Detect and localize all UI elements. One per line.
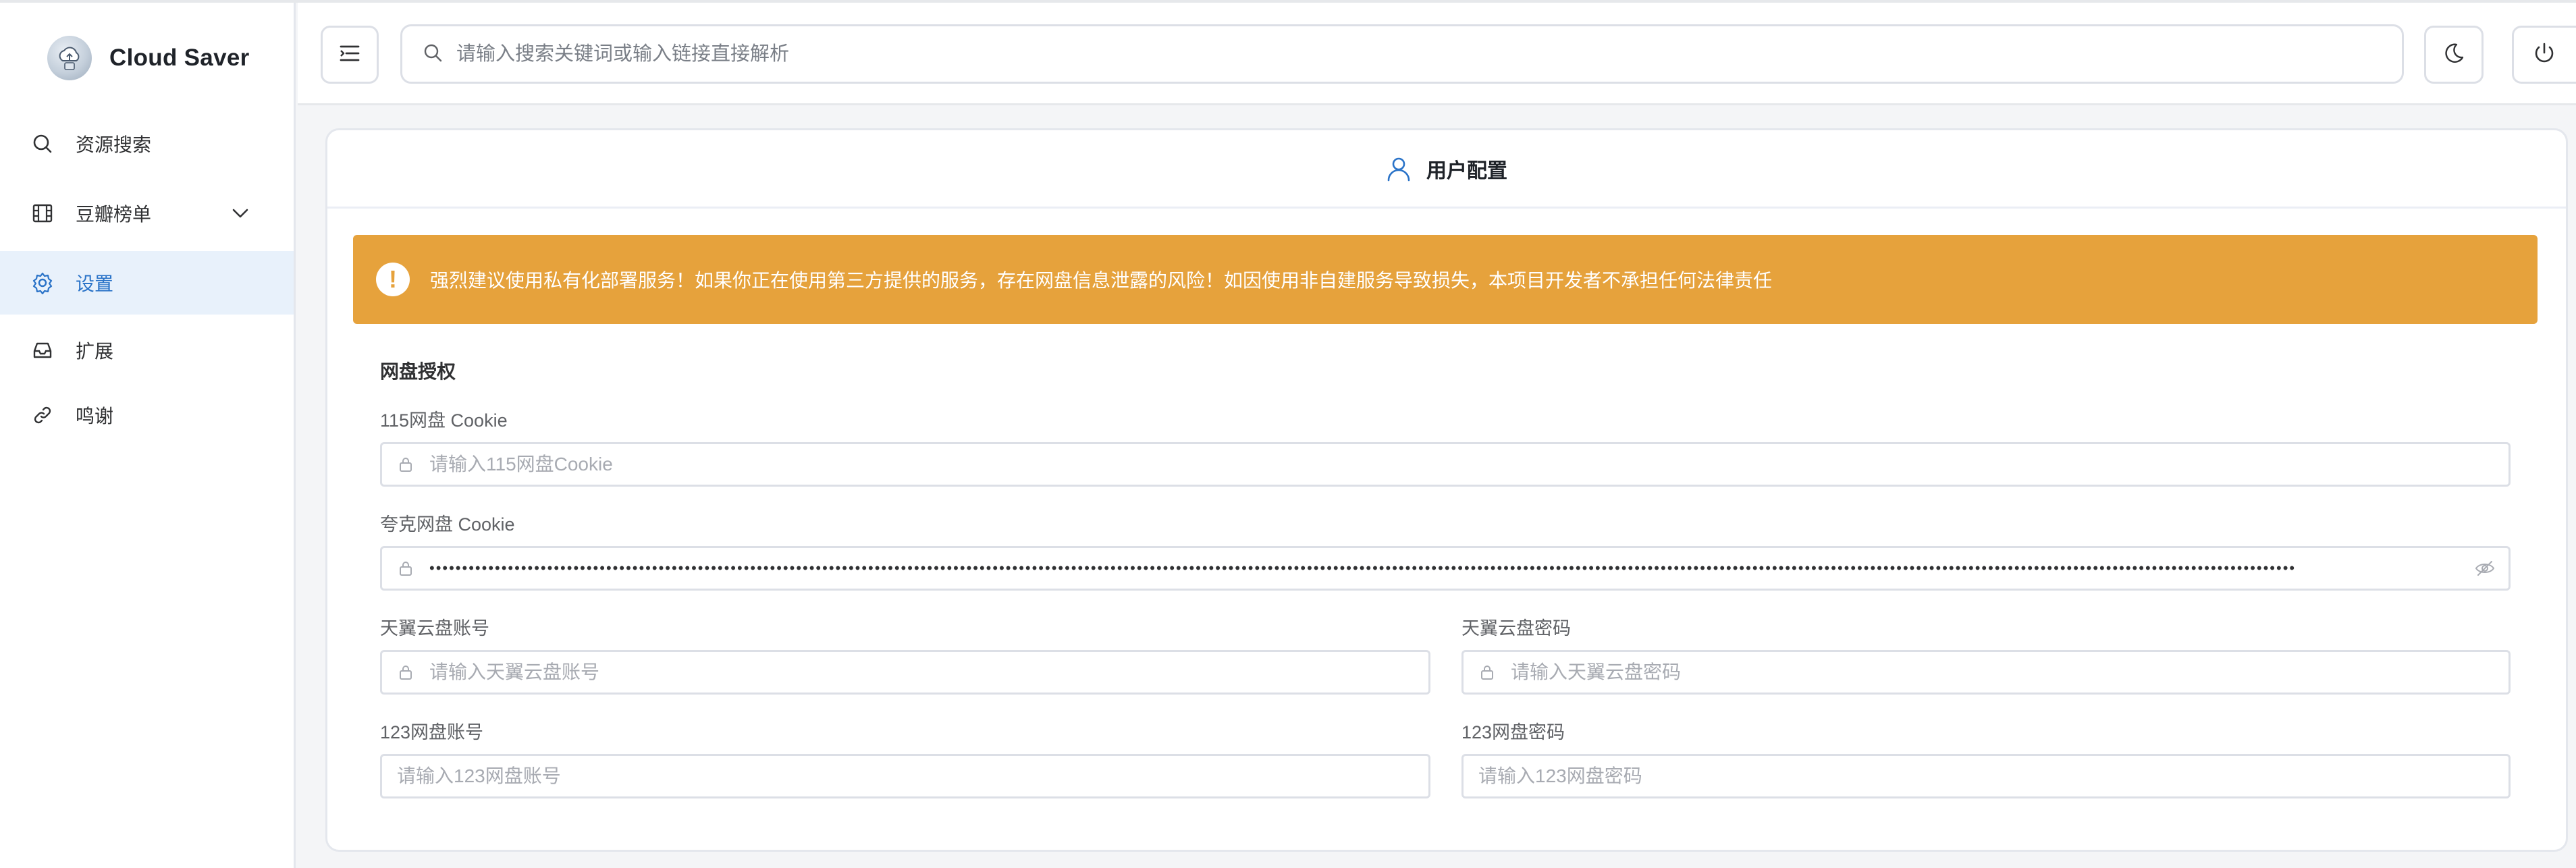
sidebar-item-label: 豆瓣榜单 xyxy=(76,204,152,225)
logout-button[interactable] xyxy=(2512,26,2576,84)
tianyi-password-label: 天翼云盘密码 xyxy=(1461,618,1571,639)
quark-cookie-field[interactable]: ••••••••••••••••••••••••••••••••••••••••… xyxy=(380,546,2511,591)
gear-icon xyxy=(31,271,54,294)
pan123-account-field[interactable] xyxy=(380,754,1430,798)
user-icon xyxy=(1386,156,1412,182)
cookie115-field[interactable] xyxy=(380,442,2511,487)
lock-icon xyxy=(397,663,414,681)
tianyi-account-field[interactable] xyxy=(380,650,1430,695)
sidebar-item-label: 鸣谢 xyxy=(76,406,114,427)
card-title: 用户配置 xyxy=(1426,159,1507,182)
pan123-password-field[interactable] xyxy=(1461,754,2511,798)
inbox-icon xyxy=(31,339,54,362)
warning-alert: ! 强烈建议使用私有化部署服务！如果你正在使用第三方提供的服务，存在网盘信息泄露… xyxy=(353,235,2538,324)
alert-text: 强烈建议使用私有化部署服务！如果你正在使用第三方提供的服务，存在网盘信息泄露的风… xyxy=(430,270,1773,291)
top-header xyxy=(298,3,2576,105)
app-root: Cloud Saver 资源搜索 豆瓣榜单 设置 扩展 鸣谢 请输入搜索关键词或… xyxy=(0,0,2576,868)
theme-toggle-button[interactable] xyxy=(2424,26,2484,84)
sidebar-item-settings[interactable]: 设置 xyxy=(0,251,294,315)
brand-name: Cloud Saver xyxy=(109,45,250,71)
tianyi-password-input[interactable] xyxy=(1511,655,2508,689)
quark-cookie-label: 夸克网盘 Cookie xyxy=(380,514,515,535)
link-icon xyxy=(31,404,54,427)
chevron-down-icon[interactable] xyxy=(229,202,252,225)
cookie115-label: 115网盘 Cookie xyxy=(380,410,508,431)
pan123-account-input[interactable] xyxy=(397,759,1428,793)
lock-icon xyxy=(397,560,414,577)
tianyi-account-label: 天翼云盘账号 xyxy=(380,618,489,639)
tianyi-account-input[interactable] xyxy=(429,655,1428,689)
moon-icon xyxy=(2442,41,2466,69)
sidebar-item-search[interactable]: 资源搜索 xyxy=(0,112,294,175)
sidebar-item-label: 设置 xyxy=(76,273,114,294)
menu-toggle-button[interactable] xyxy=(321,26,379,84)
eye-off-icon[interactable] xyxy=(2473,557,2496,580)
film-icon xyxy=(31,202,54,225)
pan123-password-label: 123网盘密码 xyxy=(1461,722,1565,742)
search-icon xyxy=(31,132,54,155)
cloud-logo-icon xyxy=(47,36,92,80)
brand[interactable]: Cloud Saver xyxy=(47,34,250,82)
lock-icon xyxy=(1478,663,1496,681)
search-icon xyxy=(423,43,443,66)
sidebar-item-label: 扩展 xyxy=(76,341,114,362)
sidebar-item-label: 资源搜索 xyxy=(76,134,152,155)
warning-icon: ! xyxy=(376,263,410,296)
section-title: 网盘授权 xyxy=(380,361,456,382)
search-input[interactable] xyxy=(456,34,2402,74)
user-config-card: 用户配置 ! 强烈建议使用私有化部署服务！如果你正在使用第三方提供的服务，存在网… xyxy=(325,128,2568,852)
sidebar-item-douban[interactable]: 豆瓣榜单 xyxy=(0,182,294,245)
pan123-password-input[interactable] xyxy=(1478,759,2508,793)
sidebar: Cloud Saver 资源搜索 豆瓣榜单 设置 扩展 鸣谢 xyxy=(0,3,296,868)
card-header: 用户配置 xyxy=(327,130,2566,209)
quark-cookie-masked-value[interactable]: ••••••••••••••••••••••••••••••••••••••••… xyxy=(429,560,2473,577)
sidebar-item-thanks[interactable]: 鸣谢 xyxy=(0,383,294,447)
cookie115-input[interactable] xyxy=(429,447,2508,481)
lock-icon xyxy=(397,456,414,473)
sidebar-item-extensions[interactable]: 扩展 xyxy=(0,319,294,382)
menu-icon xyxy=(338,43,361,67)
search-box[interactable] xyxy=(400,24,2404,84)
pan123-account-label: 123网盘账号 xyxy=(380,722,484,742)
tianyi-password-field[interactable] xyxy=(1461,650,2511,695)
power-icon xyxy=(2532,41,2556,69)
